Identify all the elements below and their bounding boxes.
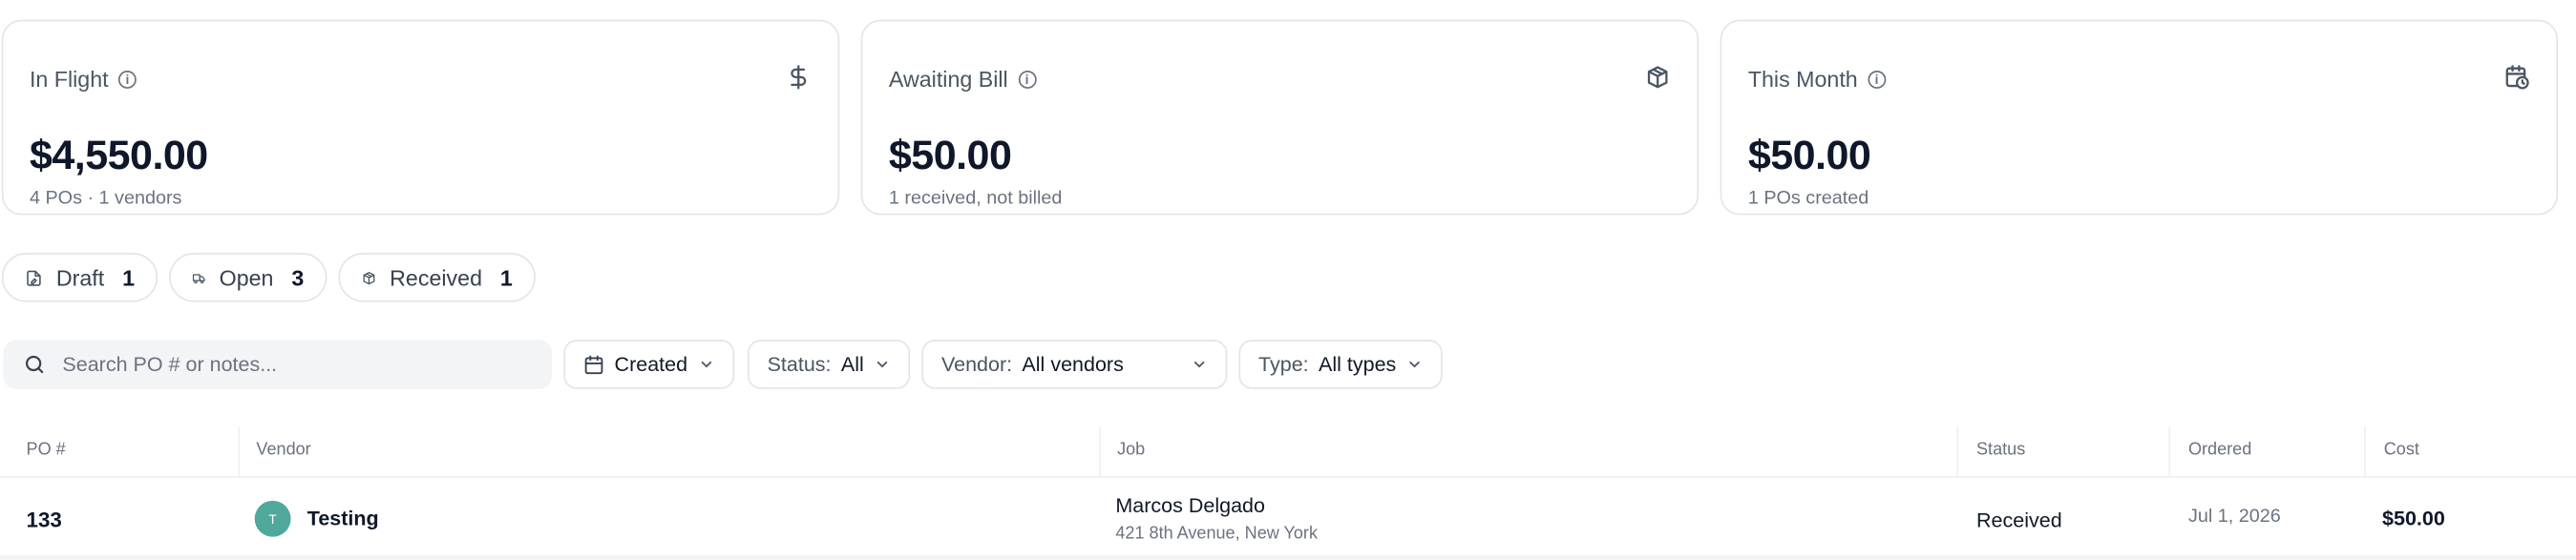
stat-card-awaiting-bill: Awaiting Bill i $50.00 1 received, not b… [860, 19, 1700, 216]
calendar-icon [584, 354, 603, 374]
info-icon[interactable]: i [1868, 70, 1886, 89]
status-badge: Received [1976, 508, 2062, 532]
column-divider [1956, 426, 1959, 477]
filter-label: Type: [1258, 352, 1309, 377]
tab-label: Draft [55, 264, 105, 290]
stat-card-this-month: This Month i $50.00 1 POs created [1720, 19, 2559, 216]
stat-subtext: 1 received, not billed [888, 188, 1063, 209]
status-filter-select[interactable]: Status: All [747, 340, 911, 389]
file-edit-icon [27, 269, 41, 285]
job-name: Marcos Delgado [1115, 493, 1265, 518]
po-number: 133 [26, 507, 62, 532]
tab-count: 3 [291, 264, 305, 290]
stat-subtext: 1 POs created [1747, 188, 1869, 209]
dollar-icon [791, 65, 807, 90]
column-header-status[interactable]: Status [1976, 440, 2025, 460]
status-tab-received[interactable]: Received 1 [338, 252, 536, 302]
column-divider [2168, 426, 2171, 477]
package-icon [1647, 66, 1668, 89]
stat-title-row: In Flight i [29, 67, 137, 93]
stat-title-row: This Month i [1747, 67, 1886, 93]
chevron-down-icon [1193, 361, 1205, 368]
column-header-ordered[interactable]: Ordered [2188, 440, 2251, 460]
job-address: 421 8th Avenue, New York [1115, 523, 1319, 544]
search-input[interactable] [58, 351, 510, 378]
stat-value: $4,550.00 [29, 133, 208, 179]
info-icon[interactable]: i [1018, 70, 1036, 89]
search-icon [26, 355, 44, 374]
status-tab-draft[interactable]: Draft 1 [1, 252, 158, 302]
tab-count: 1 [499, 264, 513, 290]
filter-value: All types [1318, 352, 1397, 377]
created-filter-label: Created [614, 352, 688, 377]
box-icon [363, 271, 375, 284]
search-box [3, 340, 553, 389]
chevron-down-icon [701, 361, 712, 368]
calendar-clock-icon [2505, 65, 2529, 90]
filter-label: Vendor: [940, 352, 1013, 377]
tab-label: Received [390, 264, 482, 290]
column-divider [2364, 426, 2366, 477]
column-header-vendor[interactable]: Vendor [256, 440, 310, 460]
filter-value: All [840, 352, 864, 377]
table-header: PO # Vendor Job Status Ordered Cost [0, 422, 2576, 478]
avatar: T [254, 500, 291, 537]
type-filter-select[interactable]: Type: All types [1238, 340, 1443, 389]
chevron-down-icon [1409, 361, 1420, 368]
info-icon[interactable]: i [117, 70, 137, 89]
stat-title: Awaiting Bill [888, 67, 1008, 93]
column-header-cost[interactable]: Cost [2384, 440, 2419, 460]
ordered-date: Jul 1, 2026 [2187, 507, 2281, 528]
tab-label: Open [219, 264, 274, 290]
table-row[interactable]: 133 T Testing Marcos Delgado 421 8th Ave… [0, 478, 2576, 560]
column-divider [1099, 426, 1101, 477]
filter-label: Status: [767, 352, 832, 377]
vendor-name: Testing [306, 507, 379, 530]
truck-icon [192, 273, 205, 283]
vendor-filter-select[interactable]: Vendor: All vendors [921, 340, 1228, 389]
column-header-job[interactable]: Job [1117, 440, 1145, 460]
column-divider [238, 426, 241, 477]
filter-value: All vendors [1022, 352, 1124, 377]
column-header-po[interactable]: PO # [27, 440, 66, 460]
stat-card-in-flight: In Flight i $4,550.00 4 POs · 1 vendors [1, 19, 840, 216]
stat-value: $50.00 [888, 133, 1012, 179]
stat-value: $50.00 [1747, 133, 1871, 179]
stat-subtext: 4 POs · 1 vendors [29, 188, 182, 209]
created-filter-button[interactable]: Created [563, 340, 735, 389]
stat-title-row: Awaiting Bill i [888, 67, 1036, 93]
cost-value: $50.00 [2382, 507, 2445, 530]
stat-title: This Month [1747, 67, 1858, 93]
stat-title: In Flight [29, 67, 109, 93]
chevron-down-icon [876, 361, 888, 368]
status-tab-open[interactable]: Open 3 [169, 252, 327, 302]
tab-count: 1 [122, 264, 136, 290]
